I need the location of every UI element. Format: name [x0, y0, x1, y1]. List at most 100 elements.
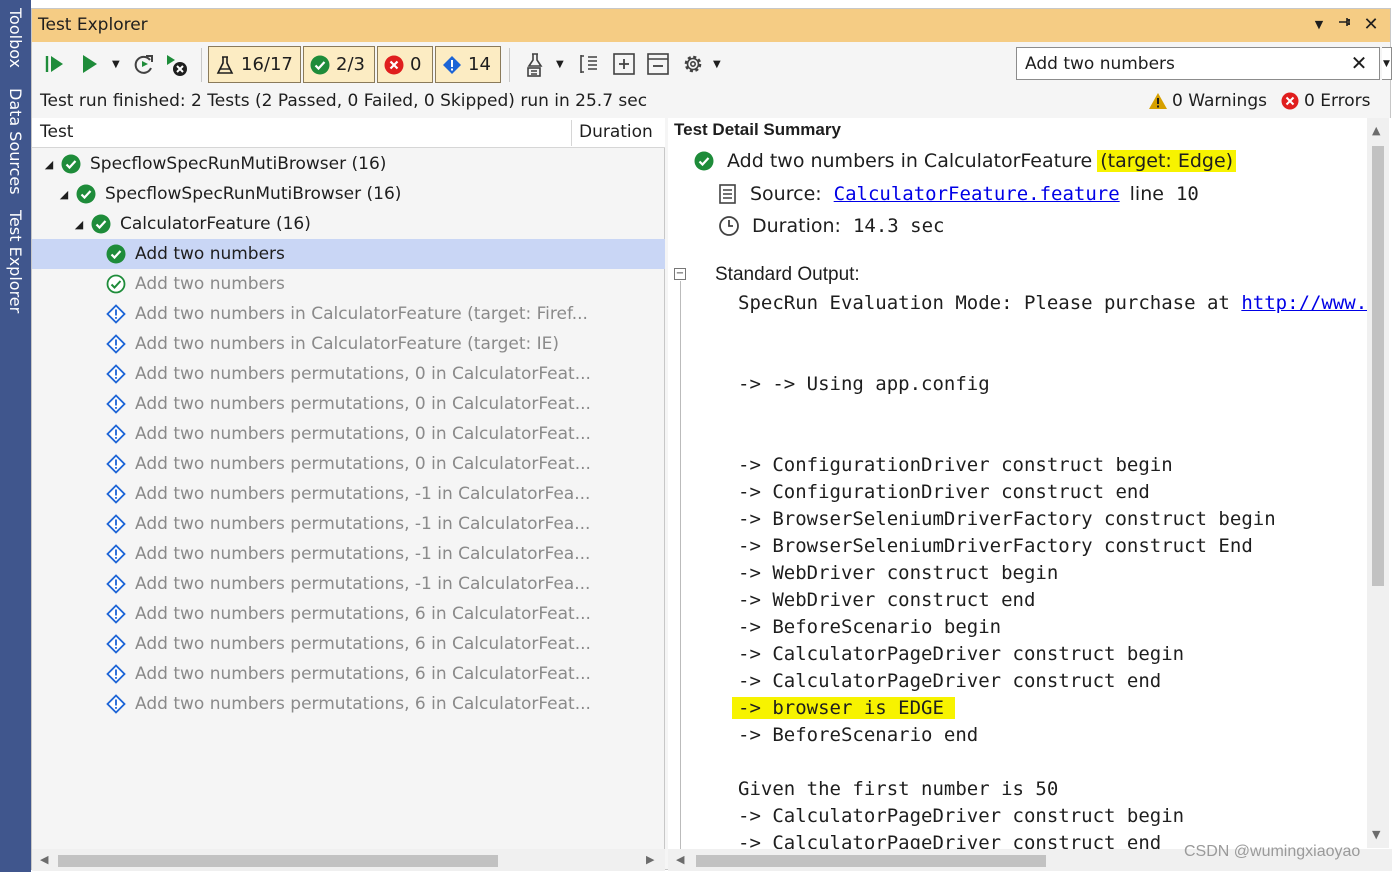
watermark-text: CSDN @wumingxiaoyao: [1184, 843, 1361, 860]
tree-row[interactable]: Add two numbers permutations, 0 in Calcu…: [32, 449, 665, 479]
detail-source-row: Source: CalculatorFeature.feature line 1…: [718, 183, 1199, 205]
settings-dropdown-icon[interactable]: ▼: [713, 59, 721, 70]
tree-row-label: Add two numbers permutations, 0 in Calcu…: [135, 364, 591, 384]
tree-expander-icon[interactable]: ◢: [72, 218, 86, 231]
dock-tab-test-explorer[interactable]: Test Explorer: [3, 210, 27, 313]
playlist-icon[interactable]: [524, 52, 548, 78]
filter-total-button[interactable]: 16/17: [208, 46, 301, 83]
tree-row[interactable]: Add two numbers in CalculatorFeature (ta…: [32, 299, 665, 329]
failed-icon: [384, 55, 404, 74]
scroll-down-icon[interactable]: ▼: [1372, 828, 1380, 841]
errors-indicator[interactable]: 0 Errors: [1281, 91, 1371, 111]
tree-row-label: Add two numbers permutations, 6 in Calcu…: [135, 664, 591, 684]
tree-row[interactable]: Add two numbers permutations, 6 in Calcu…: [32, 599, 665, 629]
source-file-link[interactable]: CalculatorFeature.feature: [834, 183, 1120, 205]
tree-row[interactable]: Add two numbers permutations, 6 in Calcu…: [32, 629, 665, 659]
search-dropdown-icon[interactable]: ▼: [1382, 47, 1392, 80]
search-input[interactable]: [1018, 49, 1343, 78]
output-line-text: -> CalculatorPageDriver construct begin: [738, 805, 1185, 827]
window-title: Test Explorer: [38, 15, 148, 35]
filter-failed-button[interactable]: 0: [377, 46, 433, 83]
scroll-thumb[interactable]: [696, 855, 1046, 867]
tree-row[interactable]: Add two numbers: [32, 239, 665, 269]
output-line: -> -> Using app.config: [738, 371, 1367, 398]
tree-row[interactable]: Add two numbers in CalculatorFeature (ta…: [32, 329, 665, 359]
dock-tab-data-sources[interactable]: Data Sources: [3, 88, 27, 195]
tree-row[interactable]: Add two numbers permutations, 6 in Calcu…: [32, 659, 665, 689]
toolbar-separator: [509, 48, 510, 82]
scroll-left-icon[interactable]: ◀: [40, 853, 48, 866]
test-explorer-panel: Test Explorer ▼ ✕ ▼ 16/17 2/3 0 14 ▼ ▼ A…: [31, 8, 1392, 871]
tree-row-label: Add two numbers permutations, -1 in Calc…: [135, 514, 591, 534]
run-icon[interactable]: [80, 52, 100, 78]
tree-row-label: Add two numbers in CalculatorFeature (ta…: [135, 334, 560, 354]
output-line: -> CalculatorPageDriver construct end: [738, 668, 1367, 695]
not-run-icon: [106, 454, 126, 474]
playlist-dropdown-icon[interactable]: ▼: [556, 59, 564, 70]
tree-row[interactable]: ◢ CalculatorFeature (16): [32, 209, 665, 239]
passed-icon: [61, 154, 81, 174]
not-run-icon: [106, 664, 126, 684]
error-icon: [1281, 92, 1299, 110]
warnings-indicator[interactable]: 0 Warnings: [1148, 91, 1267, 111]
settings-gear-icon[interactable]: [681, 52, 705, 78]
document-icon: [719, 184, 736, 204]
tree-row[interactable]: Add two numbers permutations, 0 in Calcu…: [32, 359, 665, 389]
column-header-duration[interactable]: Duration: [579, 122, 653, 142]
standard-output-label: Standard Output:: [715, 264, 860, 285]
collapse-output-icon[interactable]: −: [674, 268, 686, 280]
tree-horizontal-scrollbar[interactable]: ◀ ▶: [32, 849, 665, 871]
scroll-thumb[interactable]: [58, 855, 498, 867]
cancel-run-icon[interactable]: [165, 52, 191, 78]
purchase-link[interactable]: http://www.: [1241, 292, 1367, 314]
tree-row[interactable]: Add two numbers permutations, -1 in Calc…: [32, 479, 665, 509]
test-detail-pane: Test Detail Summary Add two numbers in C…: [668, 118, 1392, 871]
not-run-icon: [106, 424, 126, 444]
output-line-text: -> WebDriver construct begin: [738, 562, 1059, 584]
close-icon[interactable]: ✕: [1360, 14, 1382, 36]
output-line: Given the first number is 50: [738, 776, 1367, 803]
tree-row[interactable]: Add two numbers permutations, -1 in Calc…: [32, 539, 665, 569]
tree-row[interactable]: Add two numbers: [32, 269, 665, 299]
tree-header: Test Duration: [32, 118, 665, 148]
column-separator[interactable]: [571, 120, 572, 146]
tree-row[interactable]: ◢ SpecflowSpecRunMutiBrowser (16): [32, 149, 665, 179]
search-clear-icon[interactable]: ✕: [1349, 51, 1369, 75]
run-all-icon[interactable]: [44, 52, 66, 78]
not-run-icon: [106, 634, 126, 654]
flask-icon: [216, 55, 234, 74]
tree-expander-icon[interactable]: ◢: [42, 158, 56, 171]
not-run-icon: [106, 694, 126, 714]
scroll-left-icon[interactable]: ◀: [676, 853, 684, 866]
scroll-right-icon[interactable]: ▶: [646, 853, 654, 866]
tree-row[interactable]: Add two numbers permutations, 0 in Calcu…: [32, 389, 665, 419]
tree-row[interactable]: Add two numbers permutations, 6 in Calcu…: [32, 689, 665, 719]
tree-expander-icon[interactable]: ◢: [57, 188, 71, 201]
scroll-up-icon[interactable]: ▲: [1372, 124, 1380, 137]
tree-row-label: Add two numbers permutations, 0 in Calcu…: [135, 424, 591, 444]
collapse-all-icon[interactable]: [646, 52, 670, 78]
expand-all-icon[interactable]: [612, 52, 636, 78]
tree-row[interactable]: ◢ SpecflowSpecRunMutiBrowser (16): [32, 179, 665, 209]
dock-strip: Toolbox Data Sources Test Explorer: [0, 0, 31, 872]
output-line: -> CalculatorPageDriver construct begin: [738, 803, 1367, 830]
dock-tab-toolbox[interactable]: Toolbox: [3, 8, 27, 68]
filter-passed-button[interactable]: 2/3: [303, 46, 375, 83]
group-by-icon[interactable]: [578, 52, 600, 78]
tree-row-label: Add two numbers permutations, -1 in Calc…: [135, 574, 591, 594]
not-run-icon: [443, 55, 461, 74]
tree-row[interactable]: Add two numbers permutations, 0 in Calcu…: [32, 419, 665, 449]
filter-not-run-button[interactable]: 14: [435, 46, 501, 83]
pin-icon[interactable]: [1334, 14, 1356, 36]
tree-row[interactable]: Add two numbers permutations, -1 in Calc…: [32, 569, 665, 599]
scroll-thumb[interactable]: [1372, 146, 1384, 586]
test-tree-pane: Test Duration ◢ SpecflowSpecRunMutiBrowse…: [32, 118, 665, 871]
window-dropdown-icon[interactable]: ▼: [1308, 14, 1330, 36]
output-line: -> WebDriver construct begin: [738, 560, 1367, 587]
run-dropdown-icon[interactable]: ▼: [112, 59, 120, 70]
tree-row[interactable]: Add two numbers permutations, -1 in Calc…: [32, 509, 665, 539]
column-header-test[interactable]: Test: [40, 122, 73, 142]
repeat-run-icon[interactable]: [132, 52, 156, 78]
detail-vertical-scrollbar[interactable]: ▲ ▼: [1367, 118, 1389, 848]
